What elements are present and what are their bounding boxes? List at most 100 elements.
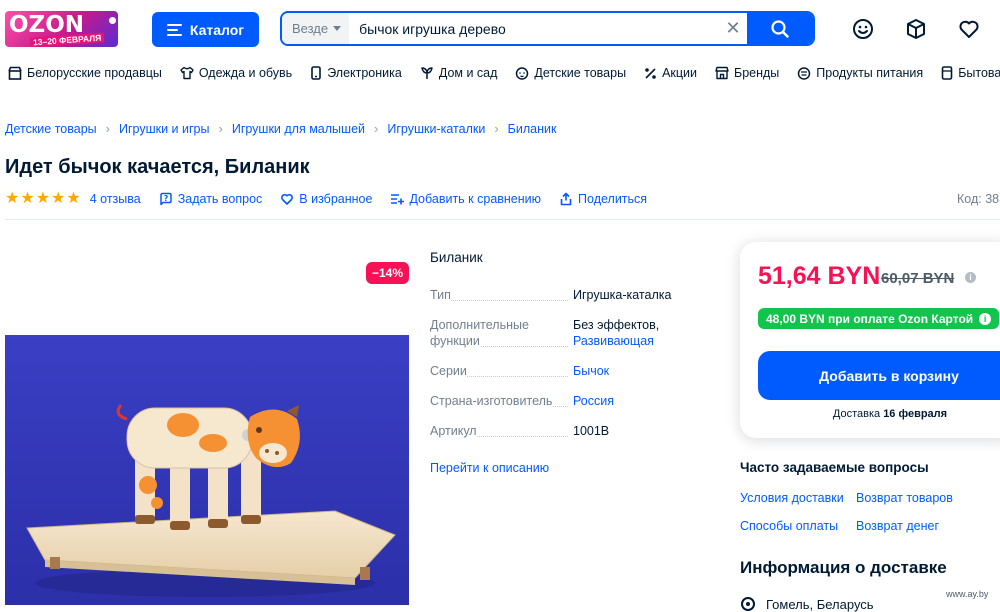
nav-item-label: Электроника — [327, 66, 402, 80]
faq-title: Часто задаваемые вопросы — [740, 460, 929, 475]
smile-icon[interactable] — [851, 17, 875, 41]
location-icon — [741, 597, 755, 611]
nav-item-belarus-sellers[interactable]: Белорусские продавцы — [8, 62, 162, 84]
spec-name: Серии — [430, 364, 467, 378]
share-button[interactable]: Поделиться — [559, 192, 647, 206]
nav-item-label: Акции — [662, 66, 697, 80]
search-scope-label: Везде — [292, 21, 329, 36]
ozon-card-price-label: 48,00 BYN при оплате Ozon Картой — [766, 311, 974, 326]
spec-value: Игрушка-каталка — [573, 288, 672, 302]
spec-row-article: Артикул 1001В — [430, 423, 690, 443]
brand-link[interactable]: Биланик — [430, 250, 483, 265]
search-input[interactable] — [349, 13, 719, 44]
nav-item-label: Бытовая тех — [958, 66, 1000, 80]
food-icon — [798, 67, 811, 80]
nav-item-kids[interactable]: Детские товары — [515, 62, 626, 84]
nav-item-brands[interactable]: Бренды — [715, 62, 779, 84]
spec-name: Страна-изготовитель — [430, 394, 553, 408]
faq-link-refunds[interactable]: Возврат денег — [856, 519, 939, 533]
spec-value: 1001В — [573, 424, 610, 438]
clear-icon[interactable]: ✕ — [719, 18, 747, 39]
star-icon: ★ — [66, 190, 81, 207]
price-card: 51,64 BYN 60,07 BYN i 48,00 BYN при опла… — [740, 242, 1000, 438]
category-nav: Белорусские продавцы Одежда и обувь Элек… — [0, 62, 1000, 84]
spec-row-series: Серии Бычок — [430, 363, 690, 383]
faq-link-returns[interactable]: Возврат товаров — [856, 491, 953, 505]
catalog-label: Каталог — [189, 21, 245, 38]
breadcrumb-toys[interactable]: Игрушки и игры — [119, 122, 210, 136]
add-to-favorites-button[interactable]: В избранное — [280, 192, 372, 206]
nav-item-clothes[interactable]: Одежда и обувь — [180, 62, 292, 84]
info-icon[interactable]: i — [965, 272, 976, 283]
delivery-date: Доставка 16 февраля — [740, 408, 1000, 420]
product-photo[interactable] — [5, 335, 409, 605]
old-price: 60,07 BYN — [881, 270, 955, 287]
chevron-right-icon: › — [105, 121, 110, 136]
star-icon: ★ — [35, 190, 51, 207]
chevron-right-icon: › — [374, 121, 379, 136]
search-scope-select[interactable]: Везде — [282, 13, 350, 44]
chevron-down-icon — [333, 26, 342, 31]
go-to-description-link[interactable]: Перейти к описанию — [430, 461, 549, 475]
nav-item-promos[interactable]: Акции — [644, 62, 697, 84]
watermark: www.ay.by — [946, 589, 989, 599]
spec-row-type: Тип Игрушка-каталка — [430, 287, 690, 307]
chevron-right-icon: › — [494, 121, 499, 136]
logo-dot-icon — [109, 17, 116, 24]
nav-item-label: Одежда и обувь — [198, 66, 293, 80]
rating-stars[interactable]: ★ ★ ★ ★ ★ — [5, 191, 81, 207]
spec-name: Артикул — [430, 424, 477, 438]
nav-item-electronics[interactable]: Электроника — [310, 62, 402, 84]
svg-text:?: ? — [164, 194, 168, 203]
search-button[interactable] — [747, 13, 813, 44]
delivery-location[interactable]: Гомель, Беларусь — [740, 596, 874, 612]
spec-name: Дополнительные функции — [430, 318, 529, 348]
phone-icon — [311, 66, 322, 80]
spec-value-link[interactable]: Россия — [573, 393, 693, 409]
percent-icon — [645, 67, 656, 79]
shop-icon — [8, 66, 22, 80]
product-actions: ★ ★ ★ ★ ★ 4 отзыва ? Задать вопрос В изб… — [5, 191, 665, 207]
add-to-cart-button[interactable]: Добавить в корзину — [758, 351, 1000, 400]
discount-badge: −14% — [366, 262, 409, 284]
nav-item-label: Детские товары — [534, 66, 627, 80]
add-to-compare-button[interactable]: Добавить к сравнению — [390, 192, 541, 206]
nav-item-label: Продукты питания — [816, 66, 924, 80]
compare-icon — [391, 194, 405, 205]
breadcrumb-bilanik[interactable]: Биланик — [508, 122, 557, 136]
spec-value-link[interactable]: Развивающая — [573, 334, 654, 348]
faq-link-payment-methods[interactable]: Способы оплаты — [740, 519, 838, 533]
faq-link-delivery-terms[interactable]: Условия доставки — [740, 491, 844, 505]
spec-value-link[interactable]: Бычок — [573, 363, 693, 379]
reviews-link[interactable]: 4 отзыва — [90, 192, 141, 206]
star-icon: ★ — [5, 190, 20, 207]
clothes-icon — [180, 66, 194, 80]
chevron-right-icon: › — [218, 121, 223, 136]
spec-value: Без эффектов, Развивающая — [573, 317, 693, 349]
nav-item-home-garden[interactable]: Дом и сад — [420, 62, 497, 84]
nav-item-food[interactable]: Продукты питания — [797, 62, 923, 84]
breadcrumb-push-toys[interactable]: Игрушки-каталки — [387, 122, 485, 136]
spec-value-line: Без эффектов, — [573, 318, 660, 332]
breadcrumb-baby-toys[interactable]: Игрушки для малышей — [232, 122, 365, 136]
favorites-label: В избранное — [299, 192, 373, 206]
catalog-button[interactable]: Каталог — [152, 12, 259, 47]
store-icon — [715, 66, 729, 80]
breadcrumb-kids[interactable]: Детские товары — [5, 122, 97, 136]
spec-name: Тип — [430, 288, 451, 302]
delivery-date-value: 16 февраля — [883, 408, 948, 420]
nav-item-appliances[interactable]: Бытовая тех — [941, 62, 1000, 84]
heart-icon[interactable] — [957, 17, 981, 41]
ask-question-button[interactable]: ? Задать вопрос — [159, 192, 262, 206]
spec-row-country: Страна-изготовитель Россия — [430, 393, 690, 413]
plant-icon — [421, 67, 433, 79]
ozon-card-price-badge[interactable]: 48,00 BYN при оплате Ozon Картой i — [758, 308, 1000, 329]
nav-item-label: Бренды — [734, 66, 780, 80]
product-code: Код: 383 — [957, 192, 1000, 206]
question-icon: ? — [159, 192, 172, 206]
share-label: Поделиться — [578, 192, 648, 206]
baby-icon — [516, 67, 529, 80]
current-price: 51,64 BYN — [758, 262, 881, 290]
box-icon[interactable] — [904, 17, 928, 41]
ozon-logo[interactable]: OZON 13–20 ФЕВРАЛЯ — [5, 11, 118, 47]
